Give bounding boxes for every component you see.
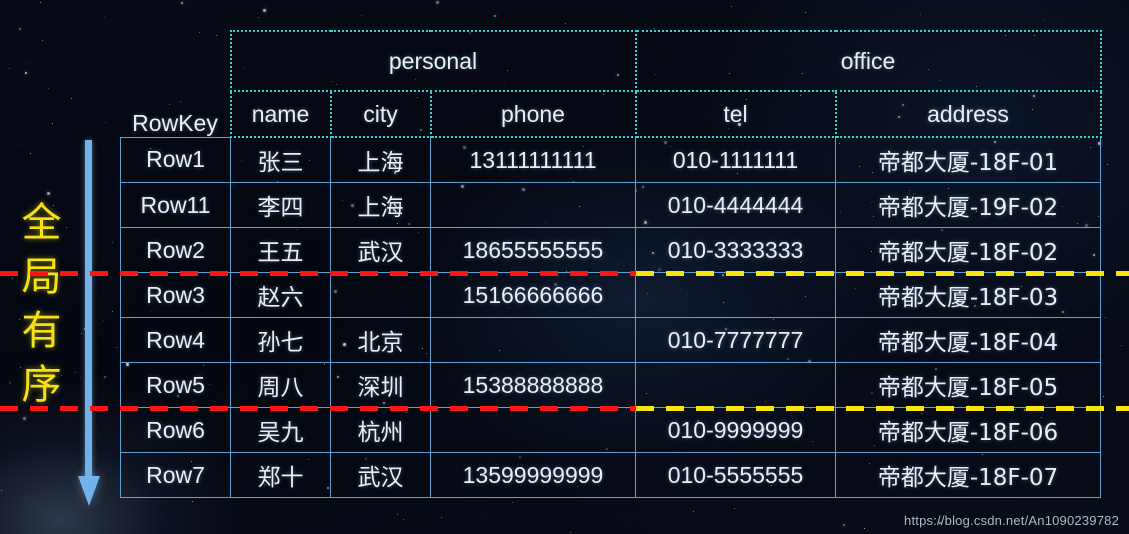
cell-phone: 13599999999: [430, 452, 636, 498]
cell-tel: [635, 272, 836, 318]
table-row: Row4 孙七 北京 010-7777777 帝都大厦-18F-04: [120, 317, 1101, 363]
cell-address: 帝都大厦-18F-06: [835, 407, 1101, 453]
cell-address: 帝都大厦-18F-05: [835, 362, 1101, 408]
cell-name: 李四: [230, 182, 331, 228]
cell-city: 上海: [330, 182, 431, 228]
table-row: Row5 周八 深圳 15388888888 帝都大厦-18F-05: [120, 362, 1101, 408]
column-family-office: office: [634, 30, 1102, 92]
cell-rowkey: Row11: [120, 182, 231, 228]
cell-phone: [430, 182, 636, 228]
cell-address: 帝都大厦-18F-01: [835, 136, 1101, 183]
table-row: Row6 吴九 杭州 010-9999999 帝都大厦-18F-06: [120, 407, 1101, 453]
column-family-personal: personal: [229, 30, 637, 92]
table-header: RowKey personal office name city phone t…: [121, 30, 1102, 138]
column-header-city: city: [329, 90, 432, 138]
cell-name: 王五: [230, 227, 331, 273]
cell-tel: 010-9999999: [635, 407, 836, 453]
table-row: Row2 王五 武汉 18655555555 010-3333333 帝都大厦-18F-0…: [120, 227, 1101, 273]
cell-name: 赵六: [230, 272, 331, 318]
cell-address: 帝都大厦-18F-07: [835, 452, 1101, 498]
cell-address: 帝都大厦-19F-02: [835, 182, 1101, 228]
cell-rowkey: Row2: [120, 227, 231, 273]
cell-name: 吴九: [230, 407, 331, 453]
hbase-table: RowKey personal office name city phone t…: [120, 30, 1102, 498]
arrow-head: [78, 476, 100, 506]
cell-rowkey: Row4: [120, 317, 231, 363]
table-row: Row7 郑十 武汉 13599999999 010-5555555 帝都大厦-18F-0…: [120, 452, 1101, 498]
column-header-address: address: [834, 90, 1102, 138]
cell-name: 张三: [230, 136, 331, 183]
column-header-row: name city phone tel address: [121, 90, 1102, 138]
cell-phone: [430, 317, 636, 363]
table-row: Row11 李四 上海 010-4444444 帝都大厦-19F-02: [120, 182, 1101, 228]
cell-tel: 010-1111111: [635, 136, 836, 183]
hbase-table-container: RowKey personal office name city phone t…: [120, 30, 1102, 498]
table-body: Row1 张三 上海 13111111111 010-1111111 帝都大厦-18F-0…: [120, 136, 1101, 498]
cell-city: 武汉: [330, 452, 431, 498]
cell-city: 北京: [330, 317, 431, 363]
column-header-tel: tel: [634, 90, 837, 138]
cell-phone: 18655555555: [430, 227, 636, 273]
cell-tel: 010-5555555: [635, 452, 836, 498]
cell-rowkey: Row7: [120, 452, 231, 498]
cell-address: 帝都大厦-18F-04: [835, 317, 1101, 363]
cell-phone: 15166666666: [430, 272, 636, 318]
cell-city: 深圳: [330, 362, 431, 408]
global-order-label: 全 局 有 序: [21, 200, 63, 408]
cell-phone: [430, 407, 636, 453]
cell-city: [330, 272, 431, 318]
watermark: https://blog.csdn.net/An1090239782: [904, 513, 1119, 528]
cell-name: 孙七: [230, 317, 331, 363]
cell-phone: 15388888888: [430, 362, 636, 408]
cell-city: 武汉: [330, 227, 431, 273]
cell-rowkey: Row5: [120, 362, 231, 408]
down-arrow-icon: [78, 140, 100, 508]
column-header-name: name: [229, 90, 332, 138]
cell-tel: 010-4444444: [635, 182, 836, 228]
cell-address: 帝都大厦-18F-02: [835, 227, 1101, 273]
cell-tel: 010-3333333: [635, 227, 836, 273]
cell-city: 杭州: [330, 407, 431, 453]
cell-tel: [635, 362, 836, 408]
cell-rowkey: Row1: [120, 136, 231, 183]
cell-city: 上海: [330, 136, 431, 183]
cell-name: 郑十: [230, 452, 331, 498]
cell-name: 周八: [230, 362, 331, 408]
column-header-phone: phone: [429, 90, 637, 138]
cell-phone: 13111111111: [430, 136, 636, 183]
column-family-row: RowKey personal office: [121, 30, 1102, 136]
cell-rowkey: Row6: [120, 407, 231, 453]
arrow-shaft: [85, 140, 92, 482]
table-row: Row1 张三 上海 13111111111 010-1111111 帝都大厦-18F-0…: [120, 136, 1101, 183]
cell-tel: 010-7777777: [635, 317, 836, 363]
cell-rowkey: Row3: [120, 272, 231, 318]
rowkey-header: RowKey: [132, 109, 218, 136]
table-row: Row3 赵六 15166666666 帝都大厦-18F-03: [120, 272, 1101, 318]
cell-address: 帝都大厦-18F-03: [835, 272, 1101, 318]
